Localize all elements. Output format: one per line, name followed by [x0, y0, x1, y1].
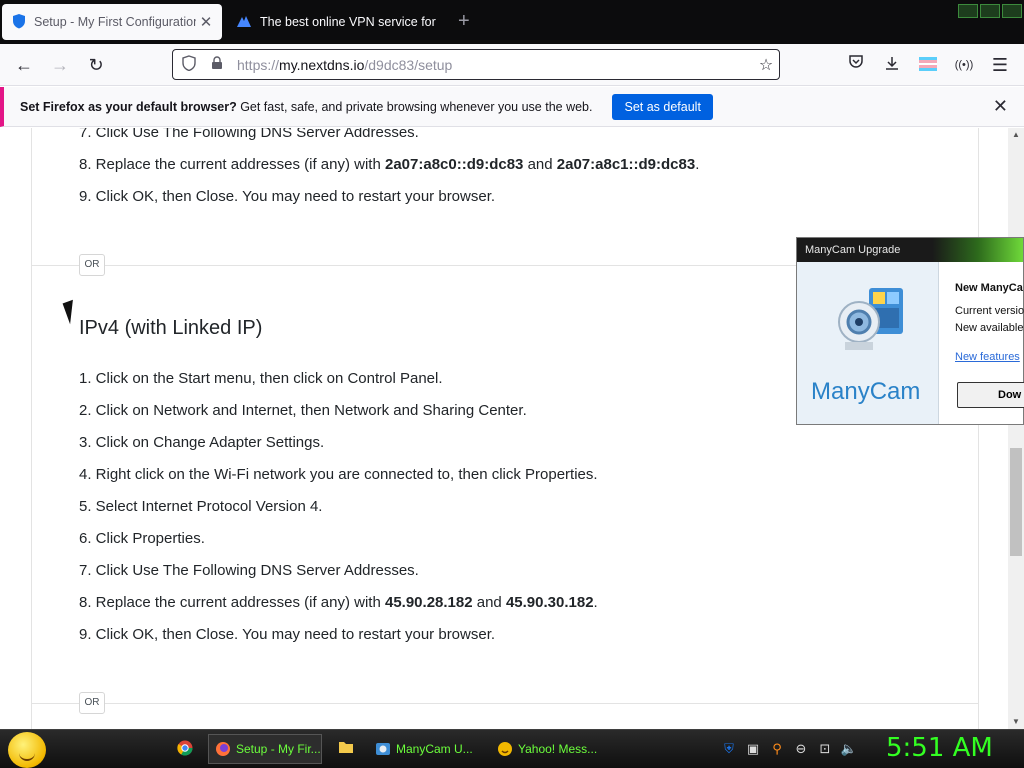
shield-icon	[12, 13, 26, 32]
new-tab-button[interactable]: +	[458, 10, 470, 32]
download-button[interactable]: Dow	[957, 382, 1024, 408]
notification-text: Set Firefox as your default browser? Get…	[20, 99, 593, 114]
pocket-icon[interactable]	[844, 53, 868, 77]
scroll-thumb[interactable]	[1010, 448, 1022, 556]
step-item: 2. Click on Network and Internet, then N…	[79, 402, 527, 419]
scroll-up-icon[interactable]: ▲	[1008, 128, 1024, 142]
taskbar: Setup - My Fir... ManyCam U... Yahoo! Me…	[0, 729, 1024, 768]
taskbar-item-firefox[interactable]: Setup - My Fir...	[208, 734, 322, 764]
reload-icon[interactable]: ↻	[84, 53, 108, 77]
set-as-default-button[interactable]: Set as default	[612, 93, 713, 120]
back-arrow-icon[interactable]: ←	[12, 53, 36, 77]
step-item: 8. Replace the current addresses (if any…	[79, 156, 700, 173]
taskbar-item-yahoo[interactable]: Yahoo! Mess...	[490, 734, 604, 764]
section-heading: IPv4 (with Linked IP)	[79, 317, 263, 339]
or-badge: OR	[79, 692, 105, 714]
window-controls	[958, 4, 1022, 18]
step-item: 9. Click OK, then Close. You may need to…	[79, 188, 496, 205]
search-tray-icon[interactable]: ⚲	[768, 740, 786, 758]
bookmark-star-icon[interactable]: ☆	[753, 55, 779, 75]
current-version-label: Current versio	[955, 305, 1024, 317]
popup-title: ManyCam Upgrade	[797, 238, 1023, 262]
close-tab-icon[interactable]: ✕	[196, 13, 216, 31]
vertical-scrollbar[interactable]: ▲ ▼	[1008, 128, 1024, 729]
volume-icon[interactable]: 🔈	[840, 740, 858, 758]
clock[interactable]: 5:51 AM	[886, 733, 993, 763]
minimize-button[interactable]	[958, 4, 978, 18]
step-item: 7. Click Use The Following DNS Server Ad…	[79, 562, 419, 579]
maximize-button[interactable]	[980, 4, 1000, 18]
taskbar-item-label: ManyCam U...	[396, 742, 473, 756]
extension-icon[interactable]: ((•))	[952, 53, 976, 77]
forward-arrow-icon[interactable]: →	[48, 53, 72, 77]
step-item: 3. Click on Change Adapter Settings.	[79, 434, 325, 451]
step-item: 1. Click on the Start menu, then click o…	[79, 370, 443, 387]
popup-sidebar: ManyCam	[797, 262, 939, 424]
vpn-icon	[236, 14, 252, 31]
new-version-label: New available	[955, 322, 1024, 334]
tab-vpn[interactable]: The best online VPN service for	[228, 4, 450, 40]
url-text: https://my.nextdns.io/d9dc83/setup	[237, 56, 453, 73]
chrome-icon[interactable]	[176, 740, 194, 758]
taskbar-item-manycam[interactable]: ManyCam U...	[368, 734, 482, 764]
network-tray-icon[interactable]: ⊡	[816, 740, 834, 758]
step-item: 4. Right click on the Wi-Fi network you …	[79, 466, 598, 483]
folder-icon[interactable]	[337, 740, 355, 758]
webcam-icon	[838, 288, 903, 350]
menu-icon[interactable]: ☰	[988, 53, 1012, 77]
tracking-shield-icon[interactable]	[177, 55, 201, 74]
firefox-icon	[215, 741, 231, 757]
or-badge: OR	[79, 254, 105, 276]
lock-icon[interactable]	[205, 56, 229, 73]
manycam-logo: ManyCam	[811, 378, 921, 405]
step-item: 5. Select Internet Protocol Version 4.	[79, 498, 323, 515]
new-features-link[interactable]: New features	[955, 351, 1020, 363]
start-smiley-icon[interactable]	[8, 732, 46, 768]
download-icon[interactable]	[880, 53, 904, 77]
popup-heading: New ManyCa	[955, 282, 1023, 294]
yahoo-messenger-icon	[497, 741, 513, 757]
tab-bar: Setup - My First Configuration ✕ The bes…	[0, 0, 1024, 44]
step-item: 6. Click Properties.	[79, 530, 205, 547]
close-icon[interactable]: ✕	[993, 96, 1008, 117]
scroll-down-icon[interactable]: ▼	[1008, 715, 1024, 729]
tab-title: The best online VPN service for	[260, 15, 436, 29]
tab-title: Setup - My First Configuration	[34, 15, 196, 29]
nav-bar: ← → ↻ https://my.nextdns.io/d9dc83/setup…	[0, 44, 1024, 86]
manycam-icon	[375, 741, 391, 757]
taskbar-item-label: Setup - My Fir...	[236, 742, 321, 756]
shield-tray-icon[interactable]: ⛨	[720, 740, 738, 758]
manycam-tray-icon[interactable]: ▣	[744, 740, 762, 758]
minus-tray-icon[interactable]: ⊖	[792, 740, 810, 758]
tab-setup[interactable]: Setup - My First Configuration ✕	[2, 4, 222, 40]
divider	[32, 703, 978, 704]
default-browser-notification: Set Firefox as your default browser? Get…	[0, 87, 1024, 127]
page-content: 7. Click Use The Following DNS Server Ad…	[0, 128, 1024, 729]
manycam-upgrade-popup: ManyCam Upgrade ManyCam New ManyCa Curre…	[796, 237, 1024, 425]
close-window-button[interactable]	[1002, 4, 1022, 18]
extension-flag-icon[interactable]	[916, 53, 940, 77]
taskbar-item-label: Yahoo! Mess...	[518, 742, 598, 756]
step-item: 7. Click Use The Following DNS Server Ad…	[79, 128, 419, 141]
step-item: 8. Replace the current addresses (if any…	[79, 594, 598, 611]
step-item: 9. Click OK, then Close. You may need to…	[79, 626, 496, 643]
url-bar[interactable]: https://my.nextdns.io/d9dc83/setup ☆	[172, 49, 780, 80]
